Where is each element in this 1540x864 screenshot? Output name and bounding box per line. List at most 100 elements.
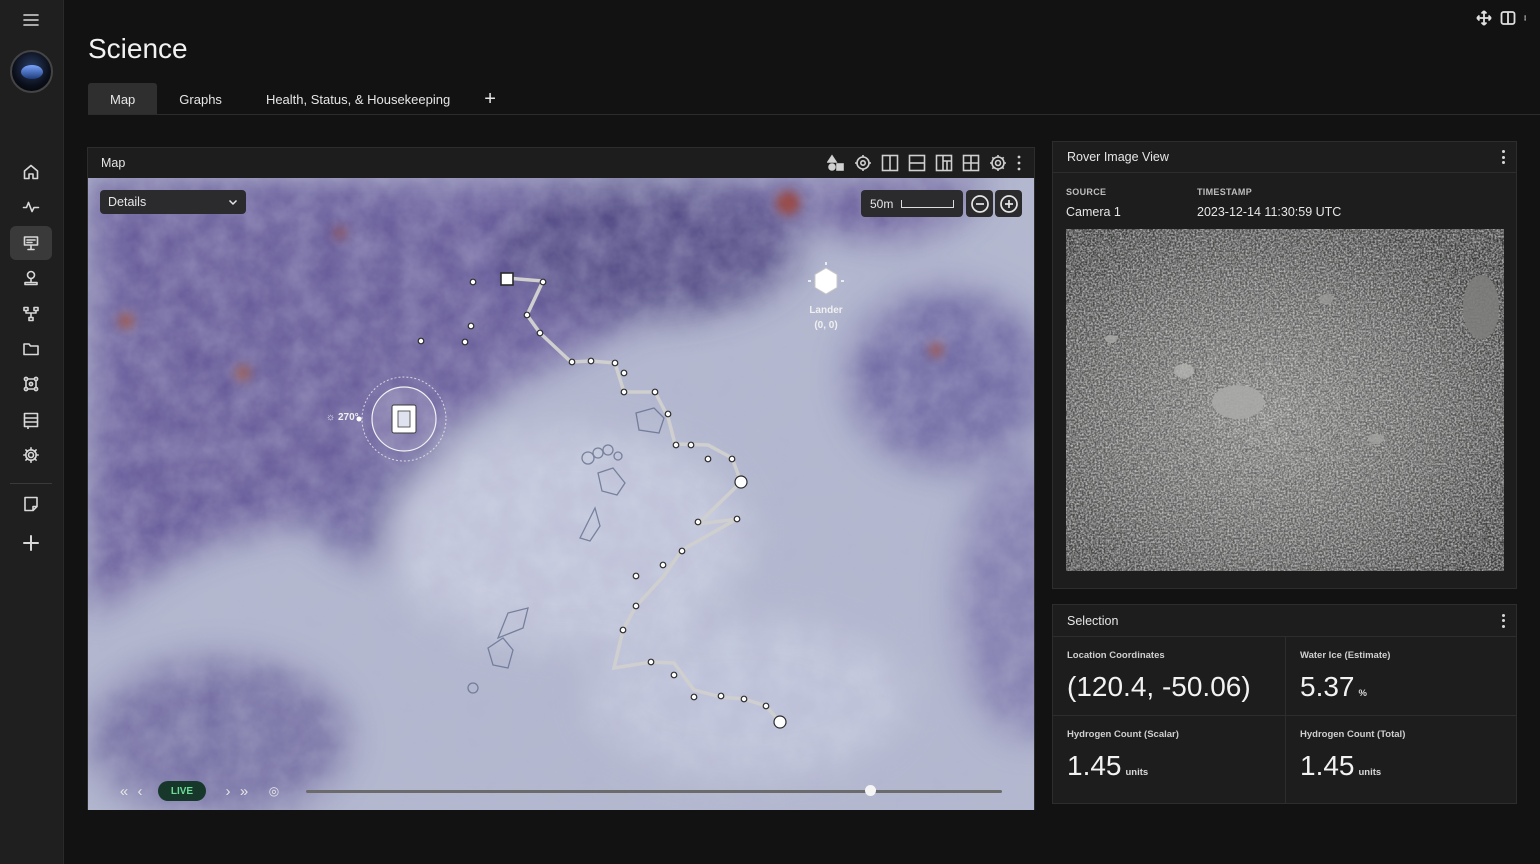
timestamp-value: 2023-12-14 11:30:59 UTC xyxy=(1197,205,1342,219)
tab-bar: Map Graphs Health, Status, & Housekeepin… xyxy=(88,83,508,115)
zoom-out-icon xyxy=(970,194,989,213)
menu-icon xyxy=(23,14,39,26)
scale-label: 50m xyxy=(870,196,894,211)
path-start-marker xyxy=(500,272,514,286)
rover-image-header: Rover Image View xyxy=(1053,142,1516,173)
cell-label: Water Ice (Estimate) xyxy=(1300,650,1391,661)
rover-heading-label: ☼ 270° xyxy=(326,412,359,423)
sidebar-item-home[interactable] xyxy=(10,155,52,189)
map-panel: Map Details 50m Lander (0, 0) ☼ 270° « ‹… xyxy=(87,147,1035,810)
tab-health-status-housekeeping[interactable]: Health, Status, & Housekeeping xyxy=(244,83,472,115)
cell-value: 5.37% xyxy=(1300,671,1367,702)
map-scale: 50m xyxy=(861,190,963,217)
zoom-in-icon xyxy=(999,194,1018,213)
sidebar-item-location[interactable] xyxy=(10,261,52,295)
map-panel-title: Map xyxy=(101,156,126,170)
nodes-icon xyxy=(23,376,39,392)
timeline-track[interactable] xyxy=(306,790,1002,793)
selection-title: Selection xyxy=(1067,613,1119,628)
rover-image-title: Rover Image View xyxy=(1067,150,1169,164)
sidebar-item-activity[interactable] xyxy=(10,190,52,224)
tab-map[interactable]: Map xyxy=(88,83,158,115)
more-vertical-icon[interactable] xyxy=(1502,613,1506,628)
layout-columns-icon[interactable] xyxy=(881,154,899,172)
sidebar-item-network[interactable] xyxy=(10,297,52,331)
sidebar-item-nodes[interactable] xyxy=(10,367,52,401)
map-pin-icon xyxy=(24,270,38,286)
sidebar-item-files[interactable] xyxy=(10,332,52,366)
layout-rows-icon[interactable] xyxy=(908,154,926,172)
more-vertical-icon[interactable] xyxy=(1502,150,1506,164)
target-icon[interactable] xyxy=(854,154,872,172)
layout-grid-icon[interactable] xyxy=(962,154,980,172)
left-navigation-rail xyxy=(0,0,64,864)
tab-bar-divider xyxy=(88,114,1540,115)
chevron-down-icon xyxy=(228,199,238,206)
skip-forward-icon[interactable]: » xyxy=(236,783,252,800)
layout-split-icon[interactable] xyxy=(935,154,953,172)
layer-select-value: Details xyxy=(108,195,147,209)
hamburger-menu-button[interactable] xyxy=(10,3,52,37)
more-vertical-icon[interactable] xyxy=(1524,10,1530,26)
source-value: Camera 1 xyxy=(1066,205,1121,219)
live-button[interactable]: LIVE xyxy=(158,781,206,801)
map-toolbar xyxy=(827,154,1022,172)
more-vertical-icon[interactable] xyxy=(1016,154,1022,172)
mission-logo xyxy=(10,50,53,93)
sun-icon: ☼ xyxy=(326,412,338,423)
form-icon xyxy=(23,412,39,429)
shapes-icon[interactable] xyxy=(827,154,845,172)
playback-timeline: « ‹ LIVE › » ◎ xyxy=(116,780,1006,802)
move-icon[interactable] xyxy=(1476,10,1492,26)
cell-value: (120.4, -50.06) xyxy=(1067,671,1251,702)
record-icon[interactable]: ◎ xyxy=(266,784,282,798)
add-tab-button[interactable]: + xyxy=(472,83,508,115)
step-forward-icon[interactable]: › xyxy=(220,783,236,800)
gear-icon xyxy=(23,447,39,463)
skip-back-icon[interactable]: « xyxy=(116,783,132,800)
split-view-icon[interactable] xyxy=(1500,10,1516,26)
lander-label: Lander (0, 0) xyxy=(794,303,858,333)
page-title: Science xyxy=(88,33,188,64)
sidebar-item-notes[interactable] xyxy=(10,487,52,521)
cell-label: Hydrogen Count (Scalar) xyxy=(1067,729,1179,740)
zoom-in-button[interactable] xyxy=(995,190,1022,217)
terrain-map xyxy=(88,178,1034,810)
layer-select-dropdown[interactable]: Details xyxy=(100,190,246,214)
activity-icon xyxy=(22,201,40,213)
timestamp-label: TIMESTAMP xyxy=(1197,187,1253,197)
location-coordinates-cell: Location Coordinates (120.4, -50.06) xyxy=(1053,636,1285,715)
water-ice-cell: Water Ice (Estimate) 5.37% xyxy=(1285,636,1516,715)
selection-grid: Location Coordinates (120.4, -50.06) Wat… xyxy=(1053,636,1516,804)
settings-icon[interactable] xyxy=(989,154,1007,172)
cell-value: 1.45 units xyxy=(1067,750,1149,781)
presentation-icon xyxy=(23,236,39,251)
source-label: SOURCE xyxy=(1066,187,1107,197)
rover-heading-value: 270° xyxy=(337,412,359,423)
tab-graphs[interactable]: Graphs xyxy=(157,83,244,115)
plus-icon xyxy=(23,535,39,551)
cell-label: Location Coordinates xyxy=(1067,650,1165,661)
zoom-out-button[interactable] xyxy=(966,190,993,217)
lander-name: Lander xyxy=(809,305,843,316)
window-controls xyxy=(1476,10,1530,26)
note-icon xyxy=(24,496,38,512)
map-viewport[interactable]: Details 50m Lander (0, 0) ☼ 270° « ‹ LIV… xyxy=(88,178,1034,810)
cell-value: 1.45 units xyxy=(1300,750,1382,781)
lander-coords: (0, 0) xyxy=(814,320,838,331)
hydrogen-scalar-cell: Hydrogen Count (Scalar) 1.45 units xyxy=(1053,715,1285,804)
sidebar-item-settings[interactable] xyxy=(10,438,52,472)
network-icon xyxy=(23,306,39,322)
hydrogen-total-cell: Hydrogen Count (Total) 1.45 units xyxy=(1285,715,1516,804)
sidebar-item-science[interactable] xyxy=(10,226,52,260)
timeline-scrubber[interactable] xyxy=(864,785,876,796)
selection-header: Selection xyxy=(1053,605,1516,636)
sidebar-add-button[interactable] xyxy=(10,526,52,560)
sidebar-divider xyxy=(10,483,52,484)
folder-icon xyxy=(23,343,39,356)
scale-bar xyxy=(901,199,954,208)
step-back-icon[interactable]: ‹ xyxy=(132,783,148,800)
cell-label: Hydrogen Count (Total) xyxy=(1300,729,1406,740)
rover-camera-image xyxy=(1066,229,1504,571)
sidebar-item-forms[interactable] xyxy=(10,403,52,437)
